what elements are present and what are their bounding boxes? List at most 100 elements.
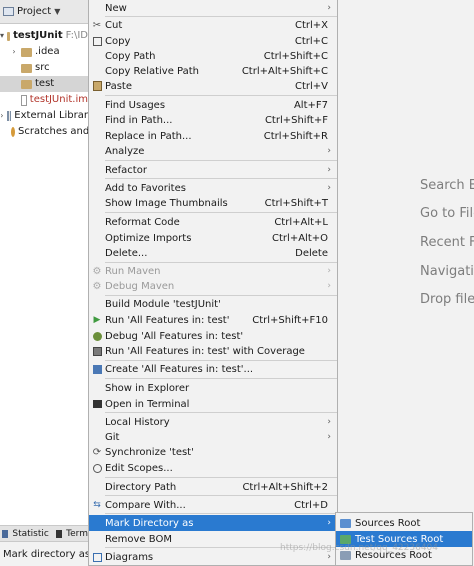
menu-item-mark-directory-as[interactable]: Mark Directory as › xyxy=(89,515,337,531)
chevron-down-icon[interactable]: ▼ xyxy=(54,7,60,16)
chevron-down-icon[interactable]: ▾ xyxy=(0,28,4,44)
menu-item-label: Copy xyxy=(105,35,131,47)
menu-item-replace-in-path[interactable]: Replace in Path... Ctrl+Shift+R xyxy=(89,128,337,144)
menu-item-find-in-path[interactable]: Find in Path... Ctrl+Shift+F xyxy=(89,112,337,128)
menu-item-label: Optimize Imports xyxy=(105,232,192,244)
tree-item-label: testJUnit xyxy=(13,30,63,41)
menu-separator xyxy=(105,212,337,213)
menu-item-copy[interactable]: Copy Ctrl+C xyxy=(89,33,337,49)
menu-item-label: Run 'All Features in: test' with Coverag… xyxy=(105,345,305,357)
menu-item-copy-relative-path[interactable]: Copy Relative Path Ctrl+Alt+Shift+C xyxy=(89,63,337,79)
chevron-right-icon: › xyxy=(327,165,331,175)
menu-item-label: Paste xyxy=(105,80,132,92)
menu-item-git[interactable]: Git › xyxy=(89,429,337,445)
project-tool-window: Project ▼ ▾ testJUnit F:\ID › .idea src … xyxy=(0,0,88,525)
menu-separator xyxy=(105,178,337,179)
bug-icon xyxy=(89,331,105,341)
menu-item-find-usages[interactable]: Find Usages Alt+F7 xyxy=(89,97,337,113)
status-bar: Mark directory as a xyxy=(0,541,88,566)
menu-item-directory-path[interactable]: Directory Path Ctrl+Alt+Shift+2 xyxy=(89,479,337,495)
menu-item-paste[interactable]: Paste Ctrl+V xyxy=(89,78,337,94)
menu-item-synchronize[interactable]: ⟳ Synchronize 'test' xyxy=(89,444,337,460)
menu-item-label: Diagrams xyxy=(105,551,154,563)
menu-separator xyxy=(105,95,337,96)
menu-item-label: Create 'All Features in: test'... xyxy=(105,363,254,375)
terminal-icon xyxy=(89,400,105,408)
tree-item-test[interactable]: test xyxy=(0,76,88,92)
menu-item-cut[interactable]: ✂ Cut Ctrl+X xyxy=(89,17,337,33)
menu-item-local-history[interactable]: Local History › xyxy=(89,414,337,430)
bottom-tool-tabs: Statistic Term xyxy=(0,525,88,541)
tree-item-iml[interactable]: testJUnit.im xyxy=(0,92,88,108)
project-view-label[interactable]: Project xyxy=(17,6,51,17)
clipboard-icon xyxy=(89,81,105,91)
library-icon xyxy=(6,111,12,121)
menu-item-edit-scopes[interactable]: Edit Scopes... xyxy=(89,460,337,476)
menu-item-show-image-thumbnails[interactable]: Show Image Thumbnails Ctrl+Shift+T xyxy=(89,195,337,211)
scopes-icon xyxy=(89,463,105,473)
tree-item-label: Scratches and xyxy=(18,126,88,137)
menu-item-shortcut: Ctrl+Alt+Shift+C xyxy=(241,65,328,77)
tree-item-external-libraries[interactable]: › External Librar xyxy=(0,108,88,124)
menu-item-label: Local History xyxy=(105,416,170,428)
editor-hint-navigation: Navigatio xyxy=(420,264,474,279)
context-menu: New › ✂ Cut Ctrl+X Copy Ctrl+C Copy Path… xyxy=(88,0,338,566)
menu-item-debug-all[interactable]: Debug 'All Features in: test' xyxy=(89,328,337,344)
menu-item-add-to-favorites[interactable]: Add to Favorites › xyxy=(89,180,337,196)
menu-item-shortcut: Alt+F7 xyxy=(293,99,328,111)
menu-item-show-in-explorer[interactable]: Show in Explorer xyxy=(89,380,337,396)
menu-item-compare-with[interactable]: ⇆ Compare With... Ctrl+D xyxy=(89,497,337,513)
tree-item-label: test xyxy=(35,78,55,89)
tree-item-idea[interactable]: › .idea xyxy=(0,44,88,60)
editor-hint-drop-files: Drop files xyxy=(420,292,474,307)
menu-item-debug-maven[interactable]: ⚙ Debug Maven › xyxy=(89,278,337,294)
tab-statistic[interactable]: Statistic xyxy=(12,529,48,539)
menu-item-label: Edit Scopes... xyxy=(105,462,173,474)
menu-item-delete[interactable]: Delete... Delete xyxy=(89,245,337,261)
menu-separator xyxy=(105,412,337,413)
project-view-icon xyxy=(3,7,14,16)
chevron-right-icon[interactable]: › xyxy=(10,44,18,60)
tree-item-src[interactable]: src xyxy=(0,60,88,76)
folder-icon xyxy=(21,79,32,89)
menu-item-refactor[interactable]: Refactor › xyxy=(89,162,337,178)
submenu-item-sources-root[interactable]: Sources Root xyxy=(336,515,472,531)
chevron-right-icon[interactable]: › xyxy=(0,108,4,124)
menu-item-build-module[interactable]: Build Module 'testJUnit' xyxy=(89,296,337,312)
menu-item-shortcut: Ctrl+X xyxy=(294,19,328,31)
menu-item-run-maven[interactable]: ⚙ Run Maven › xyxy=(89,263,337,279)
menu-item-label: Show Image Thumbnails xyxy=(105,197,228,209)
menu-separator xyxy=(105,513,337,514)
menu-item-label: Delete... xyxy=(105,247,148,259)
menu-item-reformat-code[interactable]: Reformat Code Ctrl+Alt+L xyxy=(89,214,337,230)
editor-hint-recent-files: Recent Fil xyxy=(420,235,474,250)
menu-separator xyxy=(105,495,337,496)
chevron-right-icon: › xyxy=(327,266,331,276)
menu-separator xyxy=(105,378,337,379)
menu-item-open-in-terminal[interactable]: Open in Terminal xyxy=(89,396,337,412)
menu-item-label: Show in Explorer xyxy=(105,382,190,394)
menu-item-shortcut: Ctrl+Shift+T xyxy=(264,197,328,209)
menu-item-create-all[interactable]: Create 'All Features in: test'... xyxy=(89,361,337,377)
tree-item-label: .idea xyxy=(35,46,60,57)
menu-item-label: Copy Relative Path xyxy=(105,65,200,77)
editor-hint-goto-file: Go to File xyxy=(420,206,474,221)
tree-item-scratches[interactable]: Scratches and xyxy=(0,124,88,140)
chevron-right-icon: › xyxy=(327,3,331,13)
menu-item-label: Debug 'All Features in: test' xyxy=(105,330,244,342)
menu-item-label: Mark Directory as xyxy=(105,517,194,529)
chevron-right-icon: › xyxy=(327,417,331,427)
menu-item-label: Run 'All Features in: test' xyxy=(105,314,230,326)
menu-item-optimize-imports[interactable]: Optimize Imports Ctrl+Alt+O xyxy=(89,230,337,246)
submenu-item-label: Sources Root xyxy=(355,517,421,529)
tree-item-path: F:\ID xyxy=(65,30,88,41)
menu-item-analyze[interactable]: Analyze › xyxy=(89,143,337,159)
tab-terminal[interactable]: Term xyxy=(66,529,88,539)
menu-separator xyxy=(105,477,337,478)
menu-item-copy-path[interactable]: Copy Path Ctrl+Shift+C xyxy=(89,48,337,64)
menu-item-new[interactable]: New › xyxy=(89,0,337,16)
menu-item-run-all[interactable]: ▶ Run 'All Features in: test' Ctrl+Shift… xyxy=(89,312,337,328)
tree-item-label: src xyxy=(35,62,50,73)
tree-item-testjunit[interactable]: ▾ testJUnit F:\ID xyxy=(0,28,88,44)
menu-item-run-with-coverage[interactable]: Run 'All Features in: test' with Coverag… xyxy=(89,343,337,359)
